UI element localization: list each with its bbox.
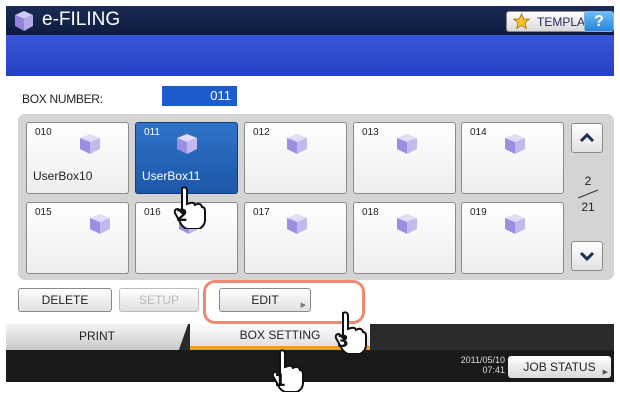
box-tile[interactable]: 010 UserBox10 <box>26 122 129 194</box>
scroll-up-button[interactable] <box>571 123 603 153</box>
box-cube-icon <box>505 134 525 154</box>
box-tile[interactable]: 011 UserBox11 <box>135 122 238 194</box>
page-indicator: 2 21 <box>568 174 608 214</box>
chevron-up-icon <box>579 132 595 143</box>
box-cube-icon <box>505 214 525 234</box>
box-number: 013 <box>362 127 379 138</box>
job-status-button[interactable]: JOB STATUS ▶ <box>508 356 611 378</box>
efiling-app-icon <box>15 11 33 31</box>
star-icon <box>513 13 530 30</box>
box-number: 015 <box>35 207 52 218</box>
box-number: 018 <box>362 207 379 218</box>
box-name: UserBox10 <box>33 169 93 183</box>
chevron-down-icon <box>579 251 595 262</box>
setup-button[interactable]: SETUP <box>119 288 199 312</box>
pointing-hand-icon: 2 <box>173 186 206 229</box>
corner-arrow-icon: ▶ <box>602 369 608 376</box>
box-tile[interactable]: 019 <box>461 202 564 274</box>
page-total: 21 <box>581 200 595 214</box>
callout-1-label: 1 <box>274 371 286 391</box>
box-cube-icon <box>287 134 307 154</box>
box-tile[interactable]: 014 <box>461 122 564 194</box>
tab-print[interactable]: PRINT <box>6 324 188 350</box>
box-cube-icon <box>397 134 417 154</box>
box-number: 017 <box>253 207 270 218</box>
date-time: 2011/05/10 07:41 <box>449 355 505 375</box>
callout-2-label: 2 <box>176 206 188 226</box>
delete-button[interactable]: DELETE <box>18 288 112 312</box>
page-current: 2 <box>584 174 592 188</box>
box-number: 014 <box>470 127 487 138</box>
box-tile[interactable]: 013 <box>353 122 456 194</box>
pointing-hand-icon: 1 <box>271 349 304 392</box>
box-number: 010 <box>35 127 52 138</box>
box-number: 012 <box>253 127 270 138</box>
date-text: 2011/05/10 <box>460 355 505 365</box>
delete-label: DELETE <box>41 293 89 307</box>
box-tile[interactable]: 015 <box>26 202 129 274</box>
box-cube-icon <box>287 214 307 234</box>
box-number: 019 <box>470 207 487 218</box>
box-name: UserBox11 <box>142 169 201 183</box>
box-number-field[interactable]: 011 <box>162 86 237 106</box>
header-band <box>6 35 614 76</box>
box-number-label: BOX NUMBER: <box>22 92 103 106</box>
box-cube-icon <box>90 214 110 234</box>
box-number: 011 <box>144 127 160 138</box>
page-divider <box>577 189 599 199</box>
setup-label: SETUP <box>138 293 179 307</box>
box-cube-icon <box>397 214 417 234</box>
box-tile[interactable]: 018 <box>353 202 456 274</box>
app-title: e-FILING <box>42 9 121 30</box>
box-tile[interactable]: 012 <box>244 122 347 194</box>
help-button[interactable]: ? <box>584 11 614 32</box>
box-cube-icon <box>177 134 197 154</box>
box-tile[interactable]: 017 <box>244 202 347 274</box>
time-text: 07:41 <box>482 365 505 375</box>
title-bar: e-FILING TEMPLATE ▶ ? <box>6 6 614 35</box>
scroll-down-button[interactable] <box>571 241 603 271</box>
pointing-hand-icon: 3 <box>334 311 367 354</box>
box-number: 016 <box>144 207 161 218</box>
callout-3-label: 3 <box>337 332 349 352</box>
job-status-label: JOB STATUS <box>523 360 596 374</box>
box-cube-icon <box>80 134 100 154</box>
